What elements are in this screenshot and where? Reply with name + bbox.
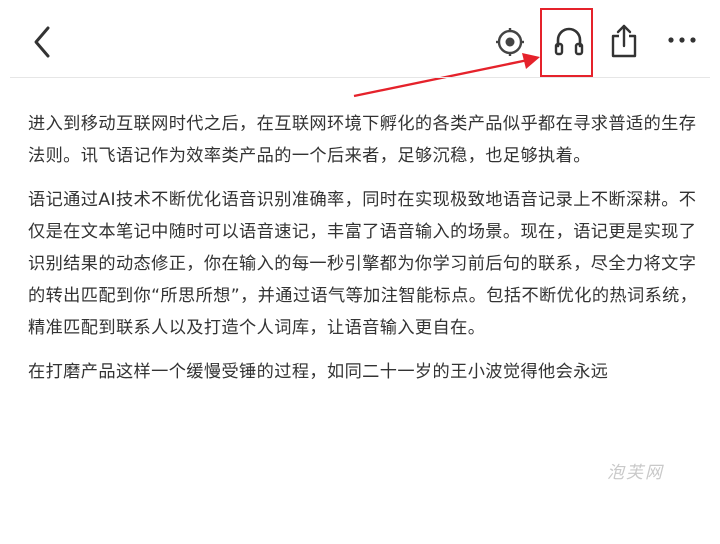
annotation-arrow-icon xyxy=(353,53,540,98)
share-icon[interactable] xyxy=(608,22,640,62)
article-body: 进入到移动互联网时代之后，在互联网环境下孵化的各类产品似乎都在寻求普适的生存法则… xyxy=(28,108,700,400)
article-paragraph: 进入到移动互联网时代之后，在互联网环境下孵化的各类产品似乎都在寻求普适的生存法则… xyxy=(28,114,697,166)
back-icon[interactable] xyxy=(28,24,58,60)
article-paragraph: 在打磨产品这样一个缓慢受锤的过程，如同二十一岁的王小波觉得他会永远 xyxy=(28,362,609,382)
top-toolbar xyxy=(0,0,720,98)
article-paragraph: 语记通过AI技术不断优化语音识别准确率，同时在实现极致地语音记录上不断深耕。不仅… xyxy=(28,190,698,338)
watermark-text: 泡芙网 xyxy=(607,463,664,483)
toolbar-divider xyxy=(10,77,710,78)
article-screen: 进入到移动互联网时代之后，在互联网环境下孵化的各类产品似乎都在寻求普适的生存法则… xyxy=(0,0,720,544)
more-icon[interactable] xyxy=(664,30,700,50)
